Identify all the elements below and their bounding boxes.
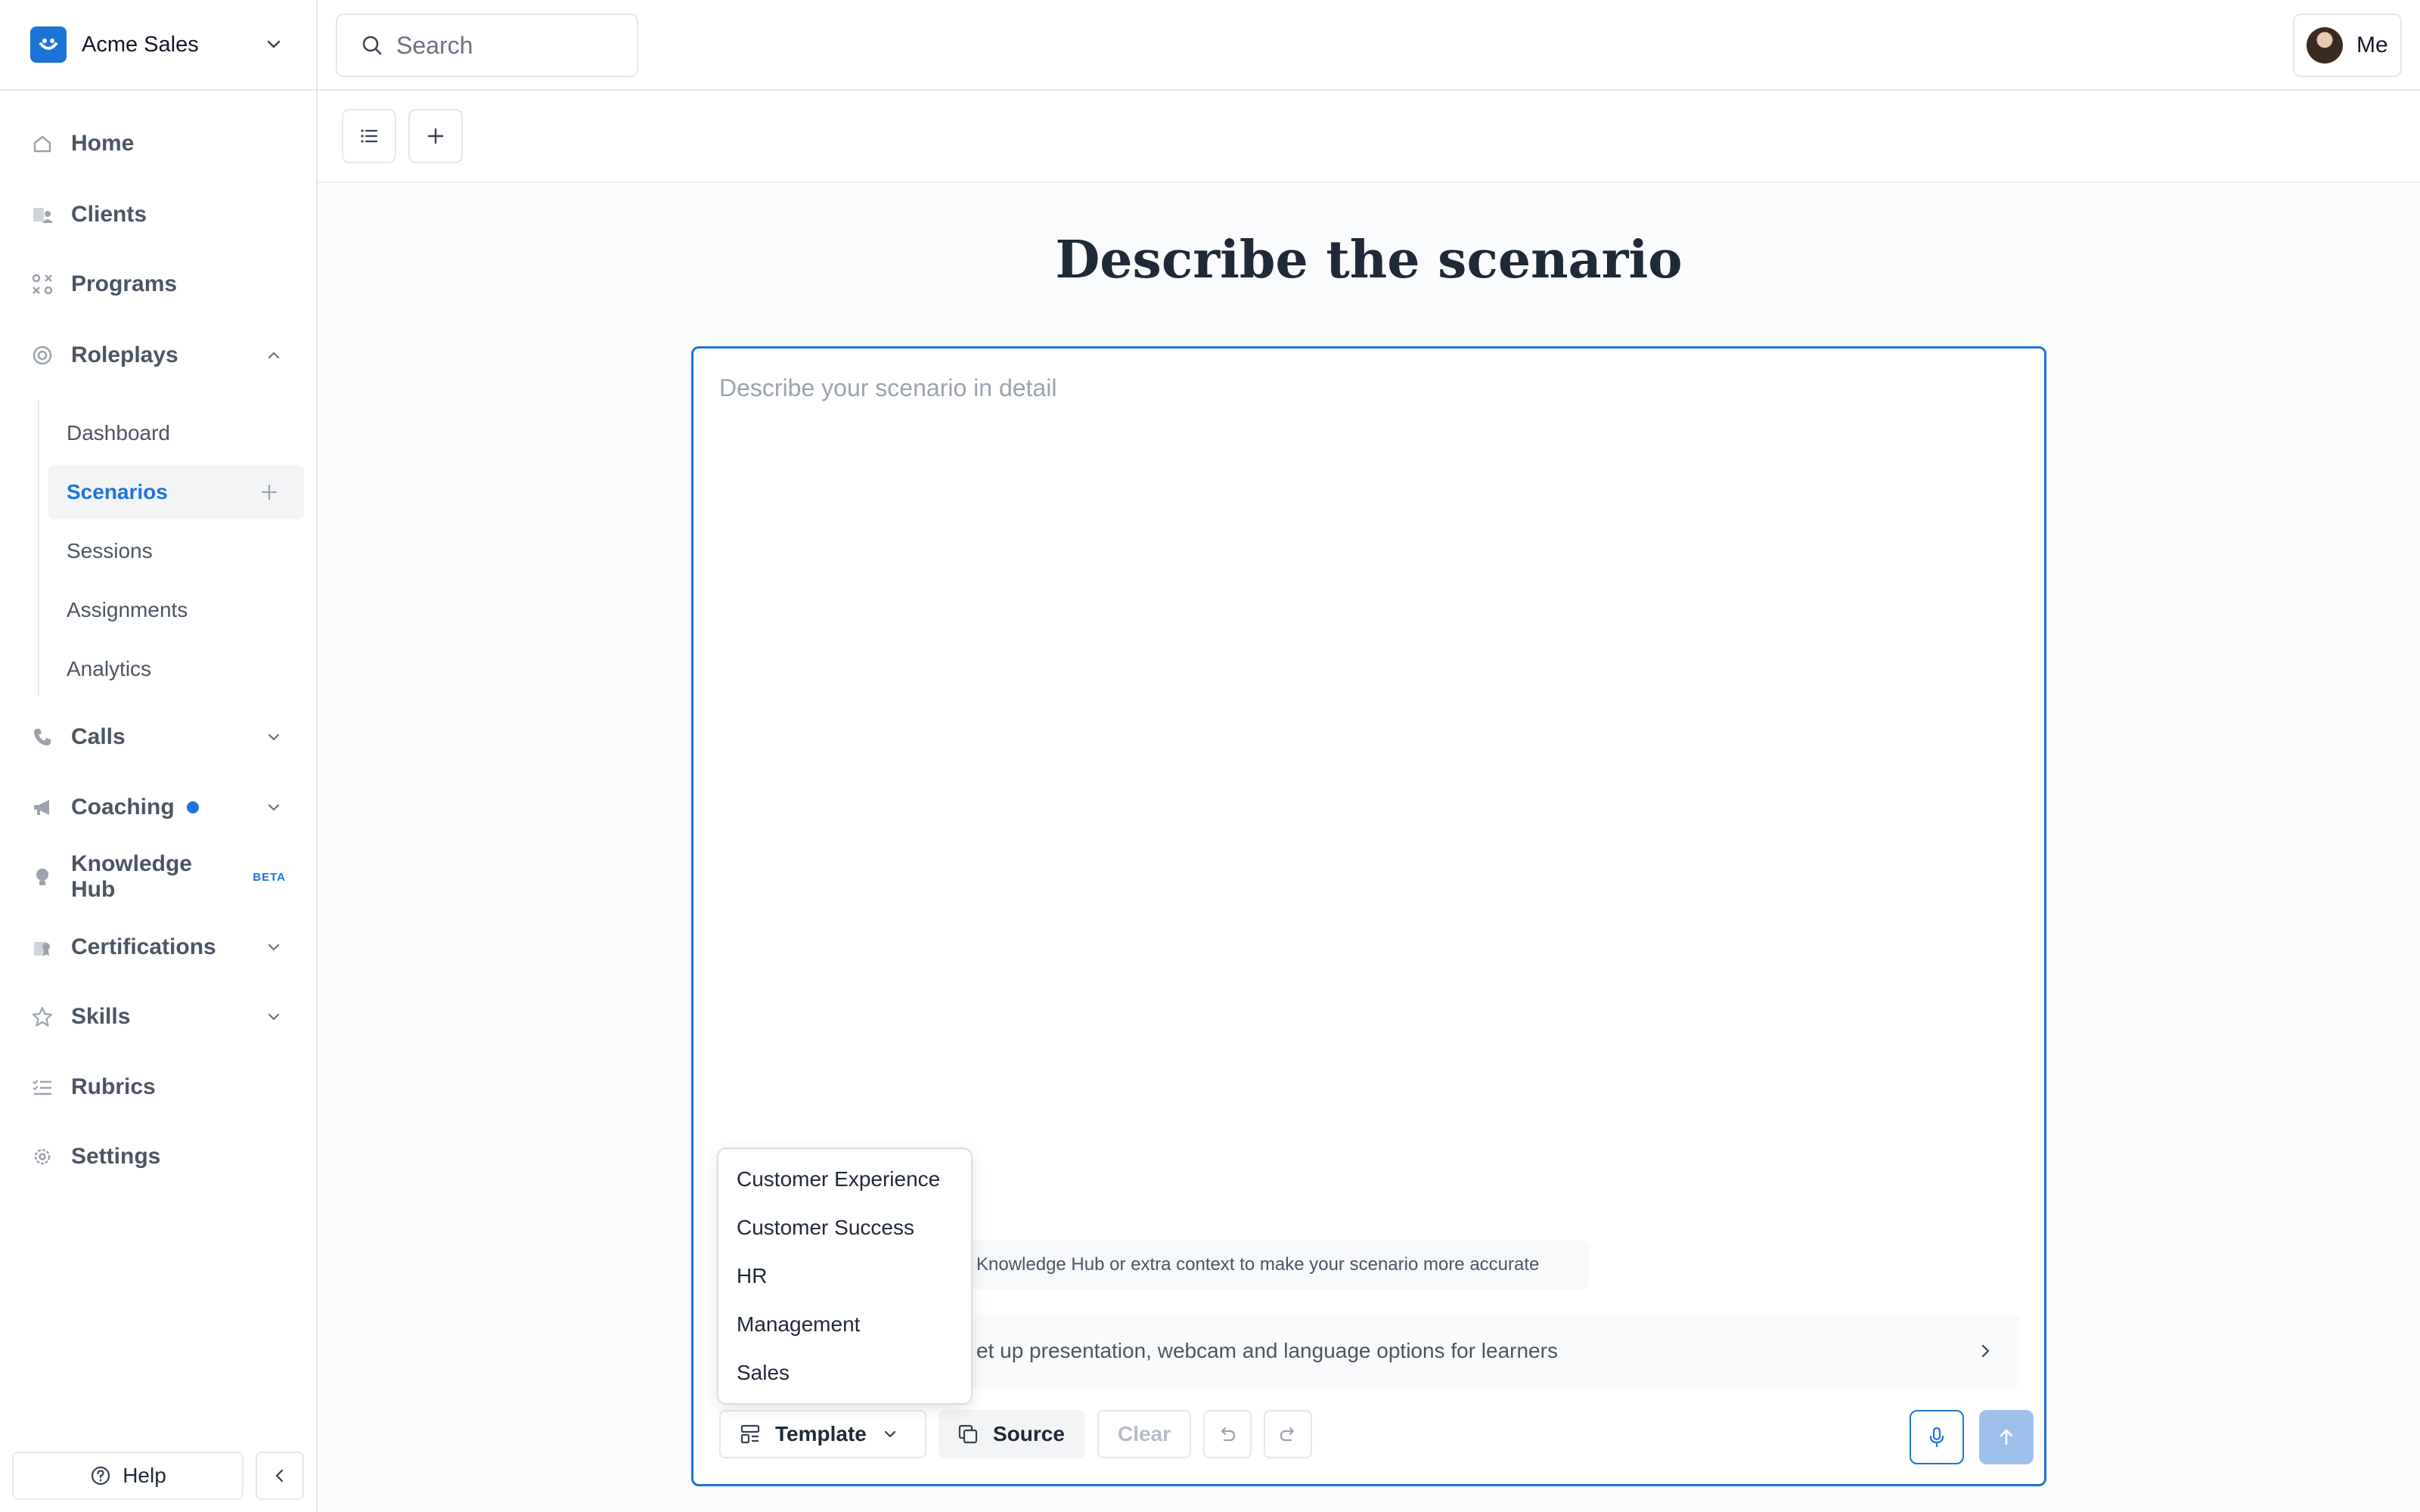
sidebar-item-home[interactable]: Home bbox=[29, 121, 286, 166]
template-button[interactable]: Template bbox=[719, 1410, 926, 1458]
top-bar: Me bbox=[318, 0, 2420, 91]
chevron-down-icon bbox=[267, 40, 281, 48]
sidebar-subitem-assignments[interactable]: Assignments bbox=[48, 583, 304, 637]
undo-icon bbox=[1221, 1427, 1236, 1442]
template-dropdown-menu: Customer Experience Customer Success HR … bbox=[717, 1148, 973, 1405]
sidebar-item-label: Rubrics bbox=[71, 1074, 156, 1099]
workspace-name: Acme Sales bbox=[82, 32, 199, 57]
send-button[interactable] bbox=[1979, 1410, 2034, 1464]
app-root: Acme Sales Home Clients Programs Rolepla… bbox=[0, 0, 2420, 1512]
sidebar-item-settings[interactable]: Settings bbox=[29, 1134, 286, 1179]
add-button[interactable] bbox=[408, 109, 463, 163]
sidebar-item-label: Calls bbox=[71, 724, 126, 749]
certificate-icon bbox=[29, 934, 56, 961]
scenario-textarea[interactable]: Describe your scenario in detail bbox=[719, 374, 1056, 402]
clear-button[interactable]: Clear bbox=[1097, 1410, 1191, 1458]
sidebar-item-clients[interactable]: Clients bbox=[29, 192, 286, 237]
sidebar-item-label: Knowledge Hub bbox=[70, 851, 192, 902]
target-icon bbox=[29, 342, 56, 369]
sidebar-subitem-label: Scenarios bbox=[67, 480, 168, 503]
template-option-customer-experience[interactable]: Customer Experience bbox=[718, 1155, 971, 1204]
redo-icon bbox=[1280, 1427, 1295, 1442]
roleplays-subnav-line bbox=[38, 401, 39, 696]
chevron-up-icon bbox=[268, 352, 280, 359]
sidebar-item-label: Clients bbox=[71, 202, 147, 227]
editor-actions: Template Source Clear bbox=[719, 1410, 2034, 1464]
user-label: Me bbox=[2356, 33, 2388, 57]
redo-button[interactable] bbox=[1264, 1410, 1312, 1458]
plus-icon[interactable] bbox=[257, 480, 281, 504]
chevron-down-icon bbox=[268, 943, 280, 951]
megaphone-icon bbox=[29, 794, 56, 821]
sidebar-item-certifications[interactable]: Certifications bbox=[29, 925, 286, 970]
plus-icon bbox=[427, 128, 444, 144]
sidebar-item-label: Programs bbox=[71, 271, 178, 296]
sidebar-item-label: Settings bbox=[71, 1144, 161, 1169]
source-button[interactable]: Source bbox=[939, 1410, 1085, 1458]
sidebar-item-label: Roleplays bbox=[71, 342, 178, 367]
template-option-customer-success[interactable]: Customer Success bbox=[718, 1204, 971, 1252]
sidebar-item-programs[interactable]: Programs bbox=[29, 262, 286, 307]
chevron-down-icon bbox=[268, 1013, 280, 1021]
microphone-icon bbox=[1929, 1427, 1944, 1448]
collapse-sidebar-button[interactable] bbox=[256, 1452, 304, 1500]
programs-icon bbox=[29, 271, 56, 298]
checklist-icon bbox=[29, 1074, 56, 1101]
copy-icon bbox=[958, 1424, 978, 1444]
sidebar-item-knowledge-hub[interactable]: Knowledge Hub BETA bbox=[29, 851, 286, 902]
sidebar-item-label: Certifications bbox=[71, 934, 216, 959]
list-view-button[interactable] bbox=[342, 109, 396, 163]
workspace-switcher[interactable]: Acme Sales bbox=[0, 0, 316, 91]
sidebar-subitem-sessions[interactable]: Sessions bbox=[48, 524, 304, 578]
sidebar-item-label: Skills bbox=[71, 1004, 131, 1029]
main-content: Describe the scenario Describe your scen… bbox=[318, 184, 2420, 1512]
phone-icon bbox=[29, 723, 56, 751]
user-menu-button[interactable]: Me bbox=[2293, 14, 2402, 77]
chevron-down-icon bbox=[268, 804, 280, 811]
chevron-left-icon bbox=[275, 1469, 284, 1483]
source-label: Source bbox=[993, 1422, 1065, 1445]
learner-options-text: et up presentation, webcam and language … bbox=[976, 1339, 1558, 1362]
chevron-down-icon bbox=[268, 733, 280, 741]
notification-dot bbox=[186, 801, 199, 813]
undo-button[interactable] bbox=[1203, 1410, 1252, 1458]
list-icon bbox=[361, 129, 378, 143]
page-title: Describe the scenario bbox=[1055, 230, 1683, 290]
search-icon bbox=[362, 36, 382, 55]
template-icon bbox=[740, 1424, 760, 1444]
help-label: Help bbox=[123, 1464, 166, 1487]
lightbulb-icon bbox=[29, 863, 56, 891]
sidebar-item-roleplays[interactable]: Roleplays bbox=[29, 333, 286, 378]
sidebar-item-rubrics[interactable]: Rubrics bbox=[29, 1064, 286, 1110]
sidebar: Acme Sales Home Clients Programs Rolepla… bbox=[0, 0, 318, 1512]
sidebar-subitem-dashboard[interactable]: Dashboard bbox=[48, 406, 304, 460]
star-icon bbox=[29, 1003, 56, 1030]
microphone-button[interactable] bbox=[1910, 1410, 1964, 1464]
chevron-right-icon bbox=[1981, 1344, 1990, 1358]
search-box[interactable] bbox=[336, 14, 638, 77]
template-label: Template bbox=[775, 1422, 867, 1445]
sidebar-item-label: Coaching bbox=[71, 795, 175, 820]
help-button[interactable]: Help bbox=[12, 1452, 244, 1500]
search-input[interactable] bbox=[396, 31, 623, 60]
sidebar-subitem-analytics[interactable]: Analytics bbox=[48, 642, 304, 696]
template-option-management[interactable]: Management bbox=[718, 1300, 971, 1349]
chevron-down-icon bbox=[884, 1430, 895, 1438]
arrow-up-icon bbox=[2000, 1429, 2013, 1445]
avatar bbox=[2307, 27, 2343, 64]
brand-logo-icon bbox=[30, 26, 67, 63]
page-toolbar bbox=[318, 92, 2420, 183]
template-option-hr[interactable]: HR bbox=[718, 1252, 971, 1300]
sidebar-item-label: Home bbox=[71, 131, 135, 156]
gear-icon bbox=[29, 1143, 56, 1170]
template-option-sales[interactable]: Sales bbox=[718, 1349, 971, 1397]
clients-icon bbox=[29, 201, 56, 228]
sidebar-subitem-scenarios[interactable]: Scenarios bbox=[48, 465, 304, 519]
sidebar-item-coaching[interactable]: Coaching bbox=[29, 785, 286, 830]
beta-badge: BETA bbox=[253, 870, 286, 884]
sidebar-item-calls[interactable]: Calls bbox=[29, 714, 286, 760]
home-icon bbox=[29, 130, 56, 157]
sidebar-item-skills[interactable]: Skills bbox=[29, 994, 286, 1040]
help-circle-icon bbox=[92, 1466, 110, 1486]
